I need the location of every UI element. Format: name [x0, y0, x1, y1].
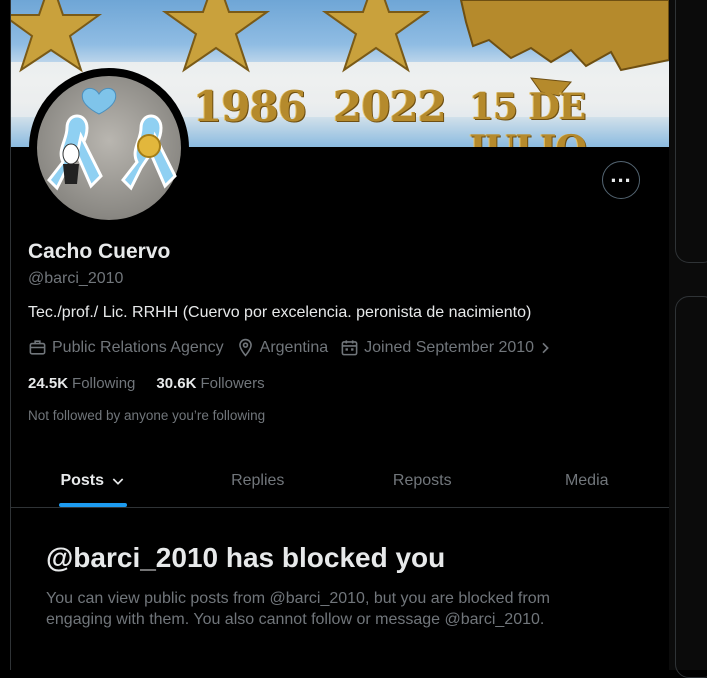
followers-label[interactable]: Followers — [200, 375, 264, 392]
calendar-icon — [341, 340, 358, 356]
briefcase-icon — [29, 340, 46, 355]
profile-bio: Tec./prof./ Lic. RRHH (Cuervo por excele… — [28, 304, 532, 321]
meta-category-label: Public Relations Agency — [52, 338, 224, 356]
following-count[interactable]: 24.5K — [28, 375, 68, 392]
tab-posts-label: Posts — [60, 472, 105, 489]
chevron-right-icon — [542, 342, 549, 353]
banner-year-2022: 2022 — [333, 82, 447, 131]
banner-star-icon — [11, 0, 103, 73]
profile-column: 1986 2022 15 DE JULIO ... C — [10, 0, 670, 670]
following-label[interactable]: Following — [72, 375, 135, 392]
sun-icon — [137, 134, 161, 158]
left-gutter — [0, 0, 10, 670]
tab-media[interactable]: Media — [505, 455, 670, 507]
right-sidebar-edge — [669, 0, 707, 678]
banner-date-text: 15 DE JULIO — [469, 86, 587, 147]
banner-year-1986: 1986 — [193, 82, 307, 131]
chevron-down-icon — [112, 478, 124, 485]
tab-posts[interactable]: Posts — [11, 455, 176, 507]
follow-stats: 24.5K Following 30.6K Followers — [28, 375, 286, 392]
heart-icon — [81, 87, 117, 115]
avatar[interactable] — [29, 68, 189, 228]
banner-islands-shape — [459, 0, 669, 72]
more-dots-icon: ... — [610, 162, 632, 187]
meta-location: Argentina — [236, 338, 329, 357]
tab-replies[interactable]: Replies — [176, 455, 341, 507]
location-pin-icon — [238, 338, 252, 357]
meta-joined-label: Joined September 2010 — [364, 338, 535, 356]
tab-reposts-label: Reposts — [392, 472, 452, 489]
profile-handle: @barci_2010 — [28, 270, 124, 287]
not-followed-note: Not followed by anyone you’re following — [28, 408, 266, 423]
more-options-button[interactable]: ... — [602, 161, 640, 199]
active-tab-indicator — [59, 503, 128, 507]
banner-star-icon — [321, 0, 431, 73]
meta-category: Public Relations Agency — [28, 338, 224, 357]
meta-joined[interactable]: Joined September 2010 — [340, 338, 558, 357]
blocked-message: You can view public posts from @barci_20… — [46, 590, 550, 628]
meta-location-label: Argentina — [259, 338, 329, 356]
sidebar-card — [675, 296, 707, 678]
profile-tabs: Posts Replies Reposts Media — [11, 455, 669, 508]
blocked-title: @barci_2010 has blocked you — [46, 542, 446, 573]
sidebar-card — [675, 0, 707, 263]
followers-count[interactable]: 30.6K — [156, 375, 196, 392]
profile-name: Cacho Cuervo — [28, 240, 171, 263]
avatar-ribbons-artwork — [47, 87, 177, 191]
profile-meta: Public Relations Agency Argentina Joined… — [28, 338, 570, 357]
banner-star-icon — [161, 0, 271, 73]
avatar-image — [37, 76, 181, 220]
tab-media-label: Media — [564, 472, 609, 489]
tab-replies-label: Replies — [231, 472, 285, 489]
tab-reposts[interactable]: Reposts — [340, 455, 505, 507]
